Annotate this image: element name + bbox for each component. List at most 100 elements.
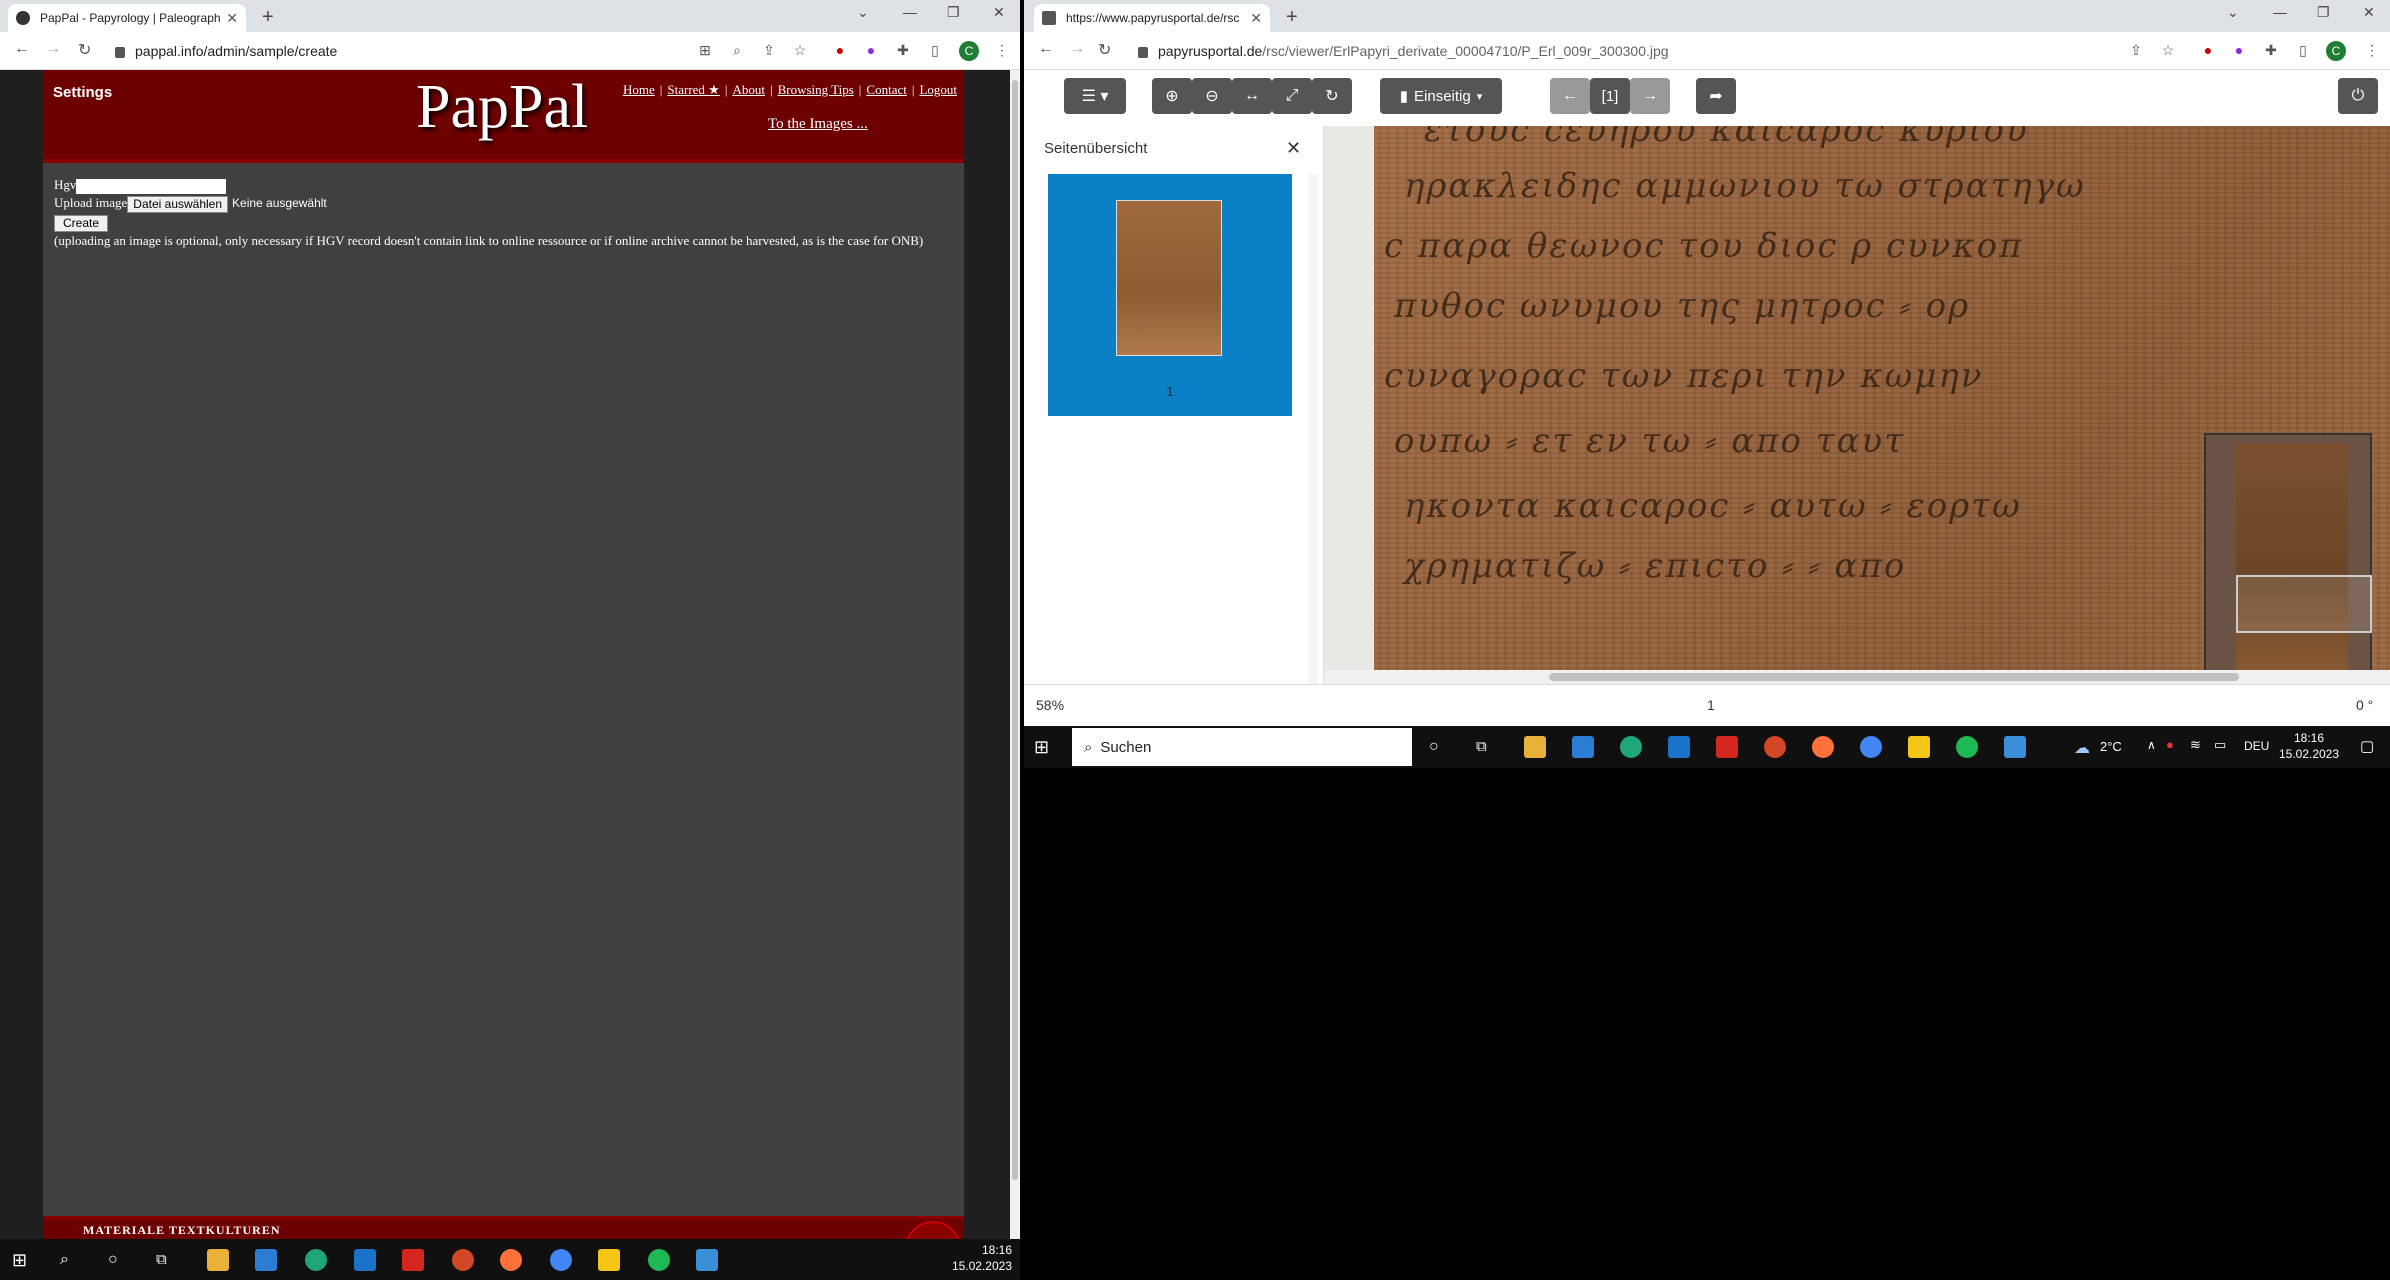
edge-icon[interactable] (1620, 736, 1642, 758)
store-icon[interactable] (255, 1249, 277, 1271)
settings-link[interactable]: Settings (53, 84, 112, 101)
tab-search-icon[interactable]: ⌄ (2227, 4, 2239, 21)
task-view-icon[interactable]: ⧉ (1476, 736, 1498, 758)
left-url-field[interactable]: pappal.info/admin/sample/create (115, 43, 337, 59)
powerpoint-icon[interactable] (452, 1249, 474, 1271)
battery-icon[interactable]: ▭ (2214, 737, 2226, 753)
cortana-icon[interactable]: ○ (1429, 736, 1451, 758)
restore-icon[interactable]: ❐ (947, 4, 960, 21)
minimize-icon[interactable]: — (903, 4, 917, 20)
close-tab-icon[interactable]: ✕ (1250, 10, 1262, 27)
language-indicator[interactable]: DEU (2244, 739, 2269, 753)
chrome-icon[interactable] (1860, 736, 1882, 758)
task-view-icon[interactable]: ⧉ (156, 1249, 178, 1271)
bookmark-star-icon[interactable]: ☆ (2160, 42, 2176, 58)
minimap-viewport[interactable] (2236, 575, 2372, 633)
previous-page-button[interactable]: ← (1550, 78, 1590, 114)
translate-icon[interactable]: ⊞ (697, 42, 713, 58)
file-explorer-icon[interactable] (1524, 736, 1546, 758)
mail-icon[interactable] (354, 1249, 376, 1271)
forward-icon[interactable]: → (45, 40, 61, 58)
close-icon[interactable]: ✕ (1286, 138, 1301, 159)
reload-icon[interactable]: ↻ (78, 40, 91, 60)
to-images-link[interactable]: To the Images ... (768, 116, 868, 133)
sidepanel-icon[interactable]: ▯ (2295, 42, 2311, 58)
close-viewer-button[interactable]: ⏻ (2338, 78, 2378, 114)
cortana-icon[interactable]: ○ (108, 1249, 130, 1271)
weather-temp[interactable]: 2°C (2100, 739, 2122, 754)
zoom-in-button[interactable]: ⊕ (1152, 78, 1192, 114)
file-choose-button[interactable]: Datei auswählen (127, 195, 229, 213)
spotify-icon[interactable] (1956, 736, 1978, 758)
zoom-out-button[interactable]: ⊖ (1192, 78, 1232, 114)
viewer-horizontal-scrollbar[interactable] (1324, 670, 2390, 684)
minimize-icon[interactable]: — (2273, 4, 2287, 20)
acrobat-icon[interactable] (402, 1249, 424, 1271)
spotify-icon[interactable] (648, 1249, 670, 1271)
profile-avatar[interactable]: C (959, 41, 979, 61)
sidebar-menu-button[interactable]: ☰ ▾ (1064, 78, 1126, 114)
windows-start-icon[interactable]: ⊞ (1034, 736, 1056, 758)
pappal-logo[interactable]: PapPal (416, 72, 588, 143)
new-tab-icon[interactable]: + (262, 6, 274, 29)
left-scrollbar[interactable] (1010, 70, 1020, 1239)
next-page-button[interactable]: → (1630, 78, 1670, 114)
acrobat-icon[interactable] (1716, 736, 1738, 758)
photos-icon[interactable] (2004, 736, 2026, 758)
sticky-notes-icon[interactable] (598, 1249, 620, 1271)
right-url-field[interactable]: papyrusportal.de/rsc/viewer/ErlPapyri_de… (1138, 43, 1669, 59)
notification-icon[interactable]: ▢ (2360, 737, 2374, 755)
edge-icon[interactable] (305, 1249, 327, 1271)
menu-icon[interactable]: ⋮ (994, 42, 1010, 58)
nav-browsing-tips[interactable]: Browsing Tips (778, 82, 854, 97)
nav-logout[interactable]: Logout (919, 82, 957, 97)
navigator-minimap[interactable] (2204, 433, 2372, 683)
nav-about[interactable]: About (732, 82, 765, 97)
extension-red-icon[interactable]: ● (2200, 42, 2216, 58)
tab-search-icon[interactable]: ⌄ (857, 4, 869, 21)
search-icon[interactable]: ⌕ (60, 1249, 82, 1271)
close-window-icon[interactable]: ✕ (993, 4, 1005, 21)
sidepanel-icon[interactable]: ▯ (927, 42, 943, 58)
weather-icon[interactable]: ☁ (2074, 738, 2090, 758)
restore-icon[interactable]: ❐ (2317, 4, 2330, 21)
nav-contact[interactable]: Contact (866, 82, 906, 97)
profile-avatar[interactable]: C (2326, 41, 2346, 61)
share-icon[interactable]: ⇪ (761, 42, 777, 58)
zoom-icon[interactable]: ⌕ (729, 42, 745, 58)
reload-icon[interactable]: ↻ (1098, 40, 1111, 60)
back-icon[interactable]: ← (1038, 40, 1054, 58)
rotate-button[interactable]: ↻ (1312, 78, 1352, 114)
close-window-icon[interactable]: ✕ (2363, 4, 2375, 21)
nav-home[interactable]: Home (623, 82, 655, 97)
sticky-notes-icon[interactable] (1908, 736, 1930, 758)
store-icon[interactable] (1572, 736, 1594, 758)
tray-app-icon[interactable]: ● (2166, 737, 2174, 752)
firefox-icon[interactable] (500, 1249, 522, 1271)
powerpoint-icon[interactable] (1764, 736, 1786, 758)
right-tab-papyrusportal[interactable]: https://www.papyrusportal.de/rsc ✕ (1034, 4, 1270, 32)
new-tab-icon[interactable]: + (1286, 6, 1298, 29)
bookmark-star-icon[interactable]: ☆ (792, 42, 808, 58)
extensions-puzzle-icon[interactable]: ✚ (895, 42, 911, 58)
photos-icon[interactable] (696, 1249, 718, 1271)
fit-screen-button[interactable]: ⤢ (1272, 78, 1312, 114)
right-clock[interactable]: 18:16 15.02.2023 (2274, 730, 2344, 762)
windows-start-icon[interactable]: ⊞ (12, 1249, 34, 1271)
chrome-icon[interactable] (550, 1249, 572, 1271)
wifi-icon[interactable]: ≋ (2190, 737, 2201, 753)
image-viewer[interactable]: ετουϲ ϲευηρου καιϲαροϲ κυριου ηρακλειδηϲ… (1324, 126, 2390, 684)
close-tab-icon[interactable]: ✕ (226, 10, 238, 27)
create-button[interactable]: Create (54, 214, 109, 232)
file-explorer-icon[interactable] (207, 1249, 229, 1271)
view-mode-dropdown[interactable]: ▮ Einseitig ▾ (1380, 78, 1502, 114)
extensions-puzzle-icon[interactable]: ✚ (2263, 42, 2279, 58)
extension-purple-icon[interactable]: ● (863, 42, 879, 58)
nav-starred[interactable]: Starred ★ (667, 82, 719, 97)
extension-purple-icon[interactable]: ● (2231, 42, 2247, 58)
share-button[interactable]: ➦ (1696, 78, 1736, 114)
tray-chevron-icon[interactable]: ∧ (2147, 738, 2156, 752)
extension-red-icon[interactable]: ● (832, 42, 848, 58)
taskbar-search-box[interactable]: ⌕ Suchen (1072, 728, 1412, 766)
left-clock[interactable]: 18:16 15.02.2023 (940, 1242, 1012, 1274)
